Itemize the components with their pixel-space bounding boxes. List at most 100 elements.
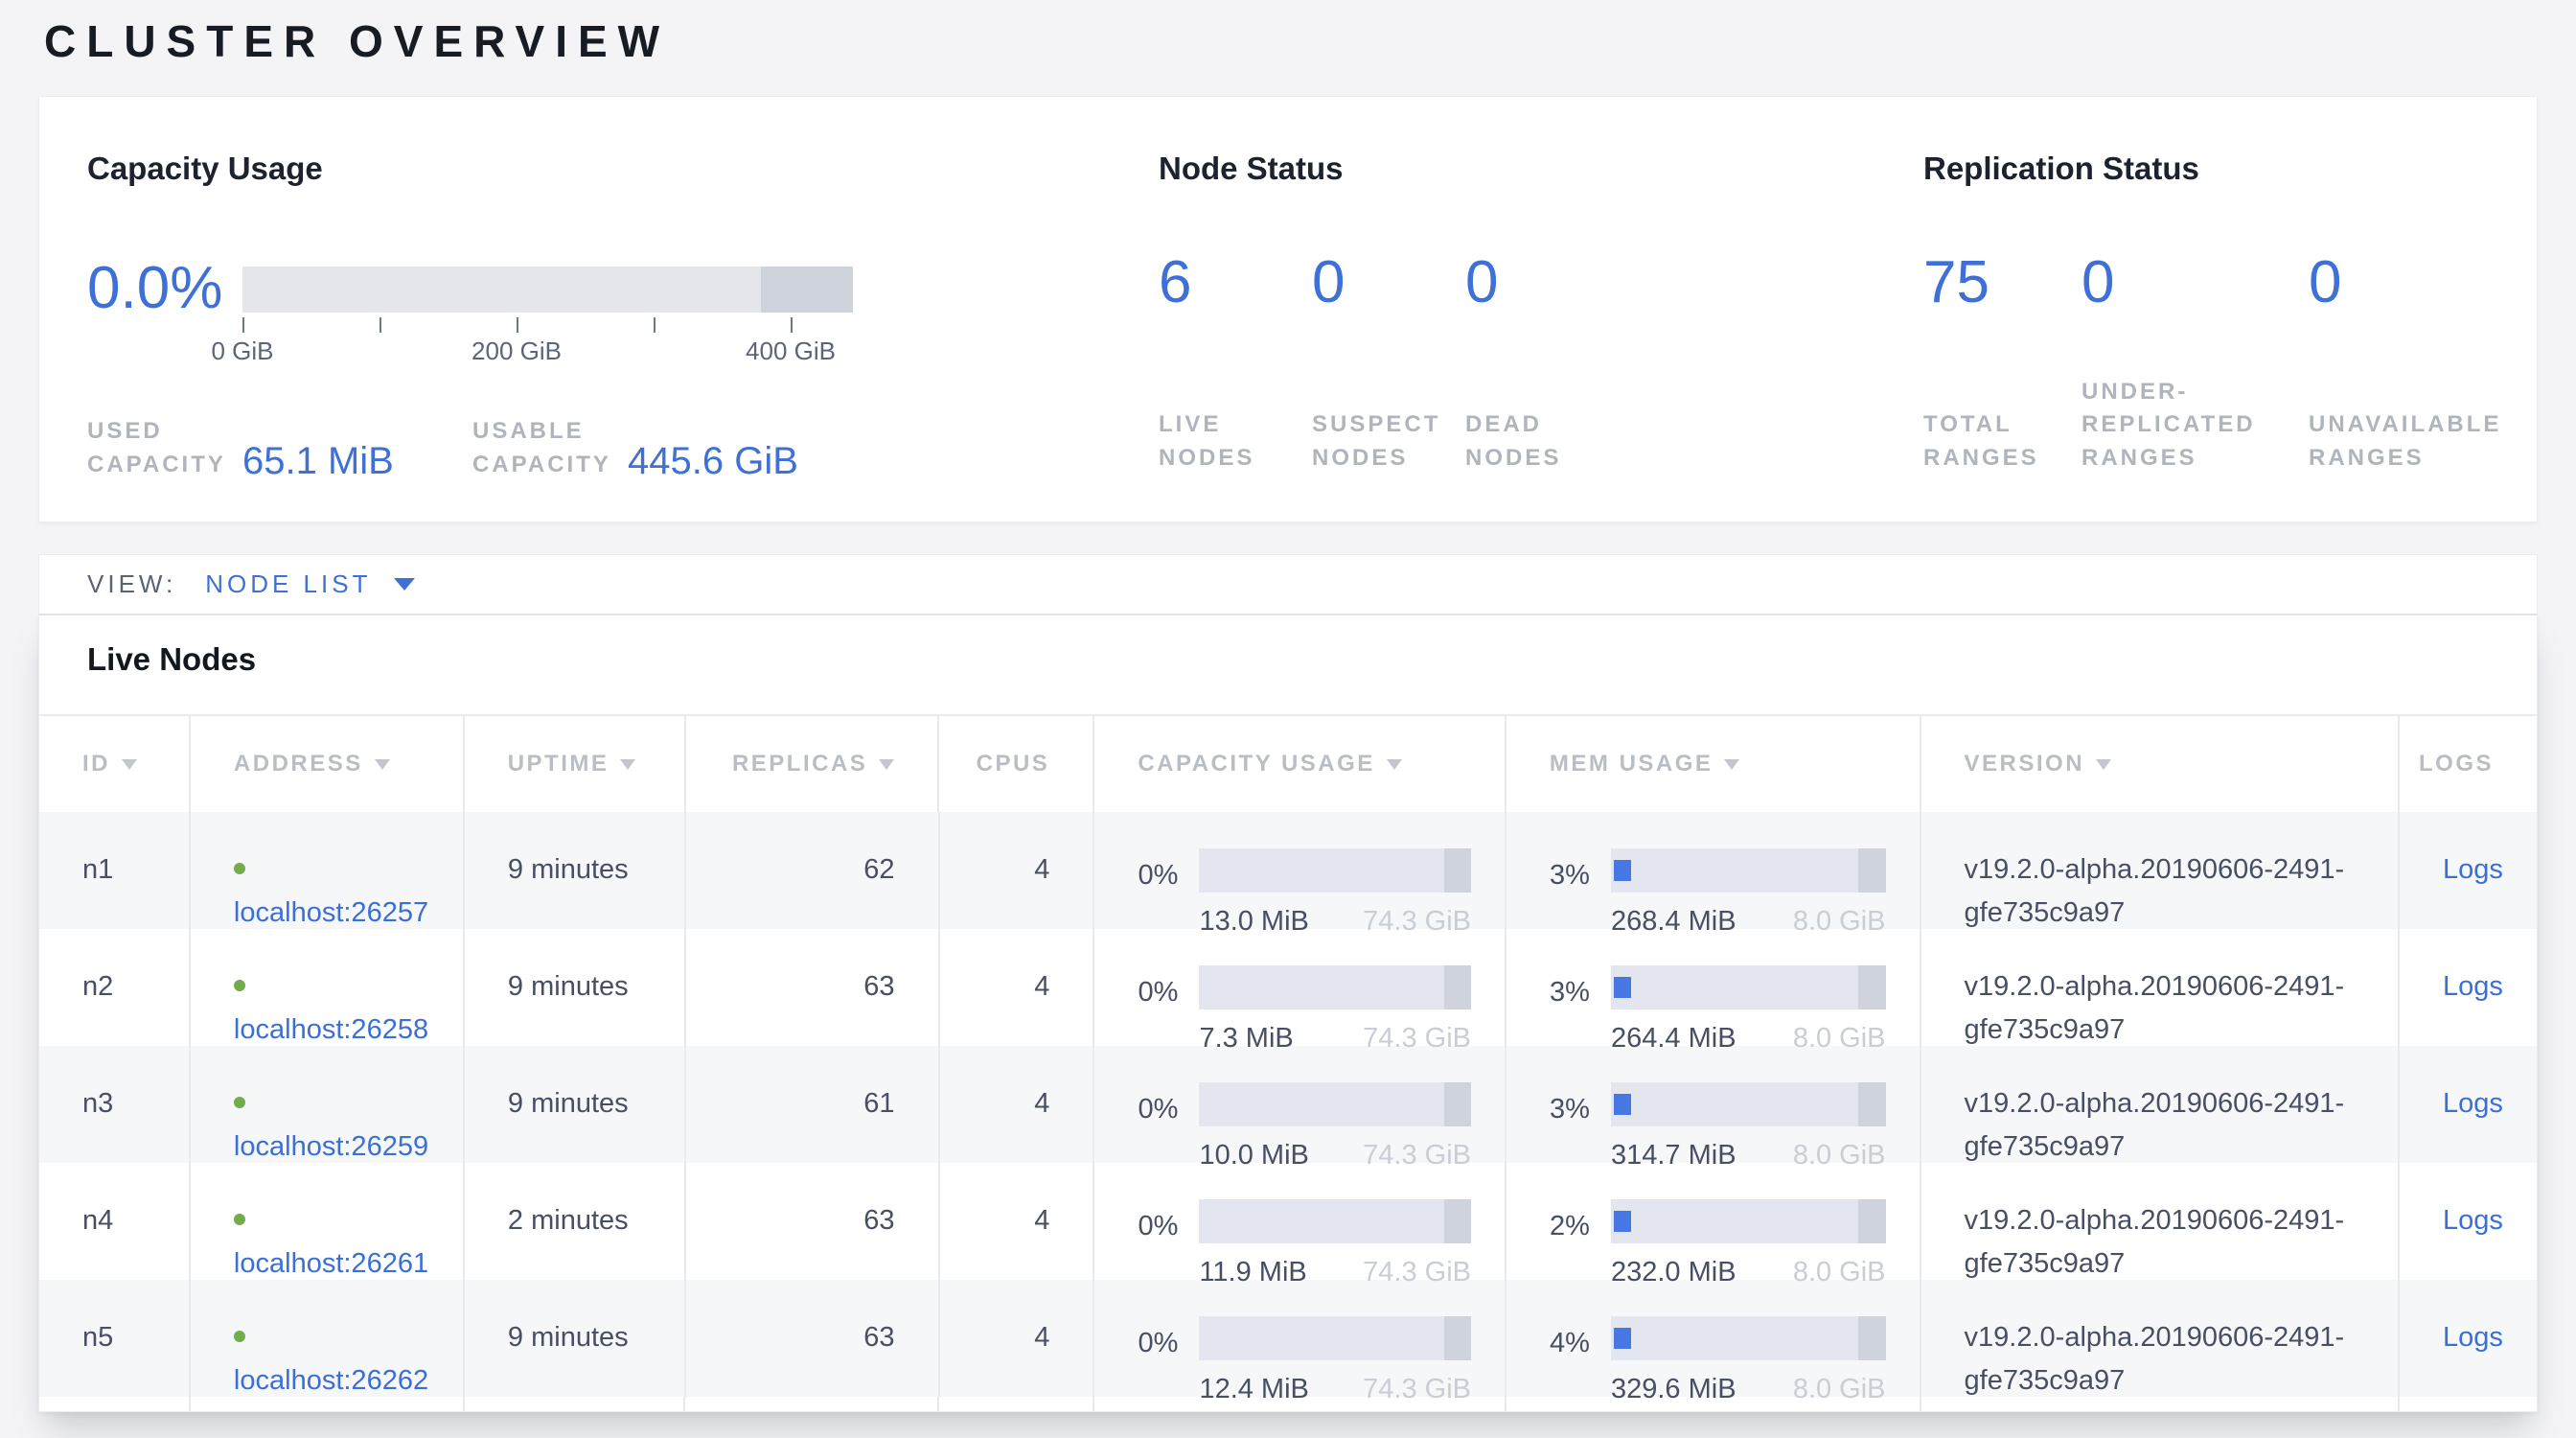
column-header-version[interactable]: VERSION (1921, 716, 2401, 812)
logs-cell: Logs (2400, 1280, 2537, 1397)
uptime-cell: 9 minutes (465, 1280, 686, 1397)
memory-meter-fill (1614, 977, 1631, 998)
logs-cell: Logs (2400, 812, 2537, 929)
logs-link[interactable]: Logs (2443, 854, 2503, 885)
replication-stat: 0UNDER-REPLICATED RANGES (2082, 253, 2309, 475)
capacity-axis-ticks (242, 315, 853, 333)
uptime-cell: 2 minutes (465, 1163, 686, 1280)
column-header-id[interactable]: ID (39, 716, 191, 812)
node-status-stat-label: LIVE NODES (1159, 408, 1285, 475)
node-live-icon (234, 980, 245, 991)
node-address-link[interactable]: localhost:26262 (234, 1365, 428, 1396)
node-status-stat: 0SUSPECT NODES (1312, 253, 1465, 475)
view-dropdown[interactable]: NODE LIST (205, 569, 415, 599)
column-header-label: MEM USAGE (1550, 751, 1714, 777)
replication-stat-value: 0 (2082, 253, 2309, 313)
capacity-meter-tail (1444, 965, 1471, 1009)
view-dropdown-value[interactable]: NODE LIST (205, 569, 371, 599)
version-cell: v19.2.0-alpha.20190606-2491-gfe735c9a97 (1921, 1280, 2400, 1397)
node-address-link[interactable]: localhost:26259 (234, 1131, 428, 1162)
column-header-label: ID (82, 751, 110, 777)
id-cell: n2 (39, 929, 191, 1046)
uptime-cell: 9 minutes (465, 929, 686, 1046)
node-address-link[interactable]: localhost:26258 (234, 1014, 428, 1045)
node-live-icon (234, 1097, 245, 1108)
memory-meter-fill (1614, 860, 1631, 881)
sort-caret-icon (122, 759, 137, 770)
column-header-address[interactable]: ADDRESS (191, 716, 465, 812)
memory-meter (1611, 965, 1886, 1009)
mem-cell: 4%329.6 MiB8.0 GiB (1506, 1280, 1921, 1397)
memory-percent: 3% (1550, 965, 1611, 1046)
capacity-cell: 0%7.3 MiB74.3 GiB (1094, 929, 1506, 1046)
node-live-icon (234, 863, 245, 874)
address-cell: localhost:26258 (191, 929, 465, 1046)
version-cell: v19.2.0-alpha.20190606-2491-gfe735c9a97 (1921, 1046, 2400, 1163)
column-header-label: UPTIME (508, 751, 610, 777)
logs-link[interactable]: Logs (2443, 1205, 2503, 1236)
node-status-stat: 6 LIVE NODES (1159, 253, 1312, 475)
node-status-stat-value: 0 (1312, 253, 1465, 313)
capacity-meter (1199, 1316, 1471, 1360)
sort-caret-icon (620, 759, 635, 770)
chevron-down-icon[interactable] (394, 578, 415, 591)
mem-cell: 2%232.0 MiB8.0 GiB (1506, 1163, 1921, 1280)
replicas-cell: 62 (686, 812, 940, 929)
column-header-mem[interactable]: MEM USAGE (1506, 716, 1921, 812)
axis-tick (380, 317, 381, 333)
capacity-meter-tail (1444, 1199, 1471, 1243)
logs-link[interactable]: Logs (2443, 971, 2503, 1002)
column-header-label: LOGS (2419, 751, 2494, 777)
capacity-meter (1199, 848, 1471, 893)
memory-percent: 4% (1550, 1316, 1611, 1397)
partial-cell (2400, 1397, 2537, 1412)
replicas-cell: 63 (686, 929, 940, 1046)
column-header-uptime[interactable]: UPTIME (465, 716, 686, 812)
usable-capacity-value: 445.6 GiB (628, 442, 798, 480)
sort-caret-icon (375, 759, 390, 770)
partial-cell (1506, 1397, 1921, 1412)
sort-caret-icon (2096, 759, 2111, 770)
node-status-stat-value: 6 (1159, 253, 1312, 313)
memory-meter-fill (1614, 1094, 1631, 1115)
capacity-cell: 0%12.4 MiB74.3 GiB (1094, 1280, 1506, 1397)
mem-cell: 3%268.4 MiB8.0 GiB (1506, 812, 1921, 929)
axis-tick (242, 317, 244, 333)
version-cell: v19.2.0-alpha.20190606-2491-gfe735c9a97 (1921, 812, 2400, 929)
capacity-meter-tail (1444, 1316, 1471, 1360)
version-cell: v19.2.0-alpha.20190606-2491-gfe735c9a97 (1921, 1163, 2400, 1280)
column-header-label: CPUS (977, 751, 1050, 777)
replication-status-section: Replication Status 75TOTAL RANGES0UNDER-… (1923, 150, 2537, 522)
memory-percent: 2% (1550, 1199, 1611, 1280)
address-cell: localhost:26257 (191, 812, 465, 929)
capacity-cell: 0%13.0 MiB74.3 GiB (1094, 812, 1506, 929)
logs-link[interactable]: Logs (2443, 1322, 2503, 1353)
node-status-stat: 0DEAD NODES (1465, 253, 1619, 475)
memory-meter (1611, 1082, 1886, 1126)
node-live-icon (234, 1331, 245, 1342)
replication-stat: 0 UNAVAILABLE RANGES (2309, 253, 2535, 475)
replication-stat-label: UNAVAILABLE RANGES (2309, 408, 2519, 475)
logs-cell: Logs (2400, 1163, 2537, 1280)
axis-tick-label: 400 GiB (746, 336, 836, 366)
axis-tick (517, 317, 518, 333)
memory-percent: 3% (1550, 1082, 1611, 1163)
node-address-link[interactable]: localhost:26257 (234, 897, 428, 928)
axis-tick-label: 0 GiB (211, 336, 273, 366)
capacity-percent-value: 0.0% (87, 259, 242, 318)
partial-cell (39, 1397, 191, 1412)
partial-cell (939, 1397, 1094, 1412)
replication-stat: 75TOTAL RANGES (1923, 253, 2082, 475)
column-header-label: CAPACITY USAGE (1138, 751, 1374, 777)
axis-tick-label: 200 GiB (472, 336, 562, 366)
replication-stat-value: 0 (2309, 253, 2535, 313)
capacity-meter (1199, 965, 1471, 1009)
logs-link[interactable]: Logs (2443, 1088, 2503, 1119)
partial-cell (685, 1397, 939, 1412)
column-header-capacity[interactable]: CAPACITY USAGE (1094, 716, 1506, 812)
node-address-link[interactable]: localhost:26261 (234, 1248, 428, 1279)
column-header-label: VERSION (1965, 751, 2085, 777)
column-header-replicas[interactable]: REPLICAS (686, 716, 940, 812)
sort-caret-icon (1724, 759, 1739, 770)
uptime-cell: 9 minutes (465, 1046, 686, 1163)
